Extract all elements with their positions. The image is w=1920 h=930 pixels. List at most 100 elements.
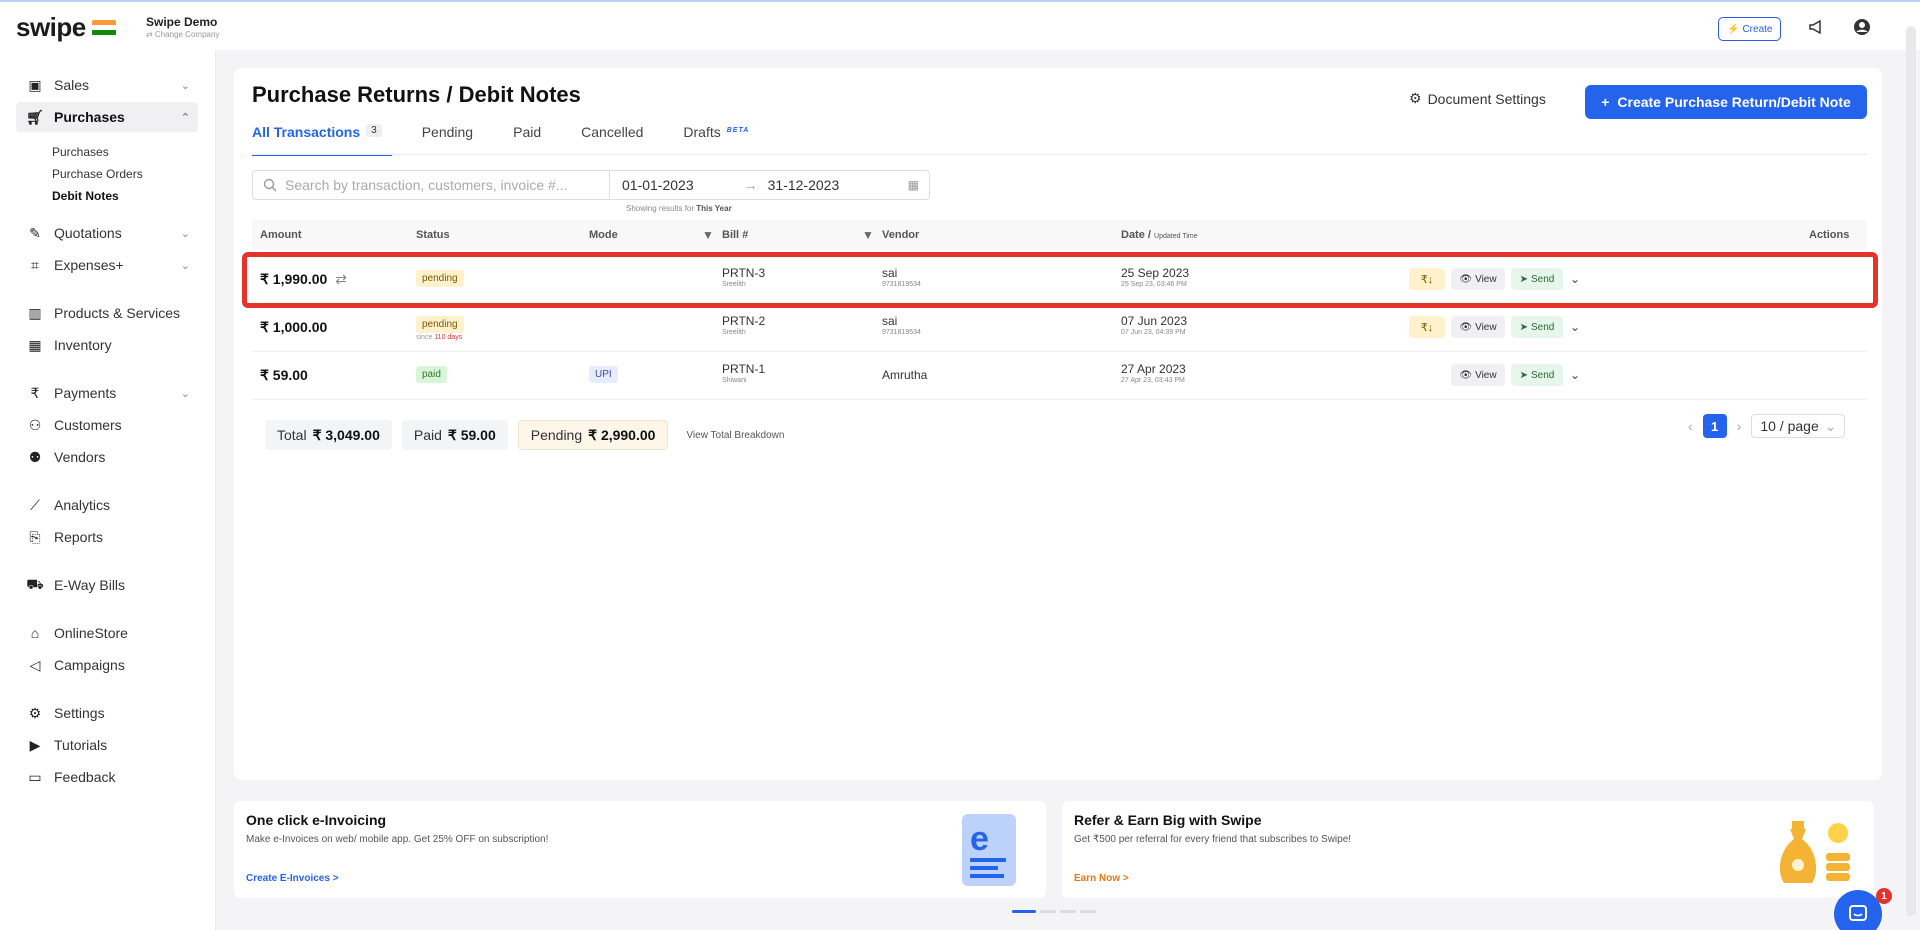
carousel-dot[interactable]: [1040, 910, 1056, 913]
carousel-dot[interactable]: [1080, 910, 1096, 913]
sidebar-item-customers[interactable]: ⚇ Customers: [16, 410, 198, 440]
bill-number[interactable]: PRTN-2: [722, 314, 765, 328]
pending-since: since 110 days: [416, 334, 464, 341]
send-button-label: Send: [1531, 273, 1555, 285]
create-einvoices-link[interactable]: Create E-Invoices >: [246, 873, 339, 884]
create-debit-note-button[interactable]: + Create Purchase Return/Debit Note: [1585, 85, 1867, 119]
sidebar-item-quotations[interactable]: ✎ Quotations ⌄: [16, 218, 198, 248]
chevron-down-icon[interactable]: ⌄: [1565, 316, 1585, 338]
sidebar-item-products[interactable]: ▥ Products & Services: [16, 298, 198, 328]
carousel-dots[interactable]: [1012, 910, 1096, 913]
page-size-select[interactable]: 10 / page ⌄: [1751, 414, 1846, 438]
vendor-phone: 9731819534: [882, 281, 921, 288]
carousel-dot[interactable]: [1060, 910, 1076, 913]
filter-icon[interactable]: ▼: [702, 228, 714, 242]
search-field[interactable]: [252, 170, 610, 200]
filter-icon[interactable]: ▼: [862, 228, 874, 242]
send-button[interactable]: ➤ Send: [1511, 268, 1563, 290]
subitem-debit-notes[interactable]: Debit Notes: [52, 189, 119, 203]
account-icon[interactable]: [1852, 17, 1872, 37]
sidebar-item-eway-bills[interactable]: ⛟ E-Way Bills: [16, 570, 198, 600]
megaphone-icon: ◁: [29, 656, 41, 673]
status-badge: pending: [416, 316, 464, 333]
tab-paid[interactable]: Paid: [513, 124, 541, 156]
sidebar-item-onlinestore[interactable]: ⌂ OnlineStore: [16, 618, 198, 648]
sidebar-item-payments[interactable]: ₹ Payments ⌄: [16, 378, 198, 408]
sidebar-item-settings[interactable]: ⚙ Settings: [16, 698, 198, 728]
bill-creator: Sreelith: [722, 281, 746, 288]
company-switcher[interactable]: Swipe Demo ⇄ Change Company: [146, 15, 219, 39]
change-company-link[interactable]: ⇄ Change Company: [146, 30, 219, 39]
send-button-label: Send: [1531, 321, 1555, 333]
chevron-down-icon[interactable]: ⌄: [1565, 268, 1585, 290]
bill-number[interactable]: PRTN-3: [722, 266, 765, 280]
sidebar-item-feedback[interactable]: ▭ Feedback: [16, 762, 198, 792]
send-button[interactable]: ➤ Send: [1511, 364, 1563, 386]
chat-button[interactable]: [1834, 890, 1882, 930]
sidebar-item-reports[interactable]: ⎘ Reports: [16, 522, 198, 552]
table-row[interactable]: ₹ 1,990.00 ⇄ pending PRTN-3 Sreelith sai…: [242, 252, 1878, 308]
tab-all-transactions[interactable]: All Transactions 3: [252, 124, 392, 156]
earn-now-link[interactable]: Earn Now >: [1074, 873, 1129, 884]
sidebar-item-sales[interactable]: ▣ Sales ⌄: [16, 70, 198, 100]
carousel-dot[interactable]: [1012, 910, 1036, 913]
megaphone-icon[interactable]: [1806, 17, 1826, 37]
amount-value: ₹ 1,990.00: [260, 271, 328, 287]
logo[interactable]: swipe: [16, 12, 116, 43]
logo-text: swipe: [16, 12, 86, 42]
chevron-down-icon: ⌄: [1824, 417, 1837, 434]
tabs: All Transactions 3 Pending Paid Cancelle…: [252, 124, 789, 156]
inventory-icon: ▦: [28, 336, 42, 353]
view-button[interactable]: 👁︎ View: [1451, 316, 1505, 338]
prev-page-icon[interactable]: ‹: [1688, 418, 1693, 434]
download-button[interactable]: ₹↓: [1409, 316, 1445, 338]
date-range-picker[interactable]: 01-01-2023 → 31-12-2023 ▦: [610, 170, 930, 200]
tab-cancelled[interactable]: Cancelled: [581, 124, 643, 156]
sidebar-item-label: Quotations: [54, 225, 122, 241]
tab-pending[interactable]: Pending: [422, 124, 473, 156]
subitem-purchases[interactable]: Purchases: [52, 145, 109, 159]
recurring-icon: ⇄: [335, 271, 347, 287]
create-button[interactable]: ⚡ Create: [1718, 17, 1782, 41]
date-to[interactable]: 31-12-2023: [768, 177, 840, 193]
table-row[interactable]: ₹ 59.00 paid UPI PRTN-1 Shiwani Amrutha …: [252, 352, 1867, 400]
document-settings-button[interactable]: ⚙ Document Settings: [1409, 90, 1546, 107]
search-input[interactable]: [285, 177, 595, 193]
scrollbar[interactable]: [1906, 26, 1916, 916]
company-name: Swipe Demo: [146, 15, 218, 29]
amount-cell: ₹ 59.00: [260, 367, 308, 383]
view-button[interactable]: 👁︎ View: [1451, 268, 1505, 290]
table-row[interactable]: ₹ 1,000.00 pending since 110 days PRTN-2…: [252, 304, 1867, 352]
chevron-down-icon[interactable]: ⌄: [1565, 364, 1585, 386]
sidebar-item-inventory[interactable]: ▦ Inventory: [16, 330, 198, 360]
bill-number[interactable]: PRTN-1: [722, 362, 765, 376]
date-from[interactable]: 01-01-2023: [622, 177, 694, 193]
col-date: Date / Updated Time: [1121, 229, 1198, 241]
sidebar-item-purchases[interactable]: 🛒︎ Purchases ⌃: [16, 102, 198, 132]
tab-label: Paid: [513, 124, 542, 140]
col-date-label: Date /: [1121, 229, 1151, 241]
sidebar-item-tutorials[interactable]: ▶ Tutorials: [16, 730, 198, 760]
sidebar-item-label: Sales: [54, 77, 90, 93]
truck-icon: ⛟: [26, 575, 44, 592]
subitem-purchase-orders[interactable]: Purchase Orders: [52, 167, 143, 181]
sidebar-item-label: Expenses+: [54, 257, 124, 273]
sidebar-item-expenses[interactable]: ⌗ Expenses+ ⌄: [16, 250, 198, 280]
sidebar-item-campaigns[interactable]: ◁ Campaigns: [16, 650, 198, 680]
next-page-icon[interactable]: ›: [1737, 418, 1742, 434]
view-total-breakdown-link[interactable]: View Total Breakdown: [686, 430, 784, 441]
vendor-phone: 9731819534: [882, 329, 921, 336]
send-button[interactable]: ➤ Send: [1511, 316, 1563, 338]
cart-icon: 🛒︎: [26, 108, 44, 125]
tab-drafts[interactable]: Drafts BETA: [683, 124, 749, 156]
updated-time: 27 Apr 23, 03:43 PM: [1121, 377, 1185, 384]
date-cell: 07 Jun 2023 07 Jun 23, 04:39 PM: [1121, 314, 1187, 336]
page-number[interactable]: 1: [1702, 414, 1727, 438]
download-button[interactable]: ₹↓: [1409, 268, 1445, 290]
arrow-right-icon: →: [743, 177, 758, 193]
sidebar-item-vendors[interactable]: ⚉ Vendors: [16, 442, 198, 472]
sidebar-item-analytics[interactable]: ⟋ Analytics: [16, 490, 198, 520]
search-icon: [263, 178, 277, 192]
view-button[interactable]: 👁︎ View: [1451, 364, 1505, 386]
mode-badge: UPI: [589, 366, 618, 383]
